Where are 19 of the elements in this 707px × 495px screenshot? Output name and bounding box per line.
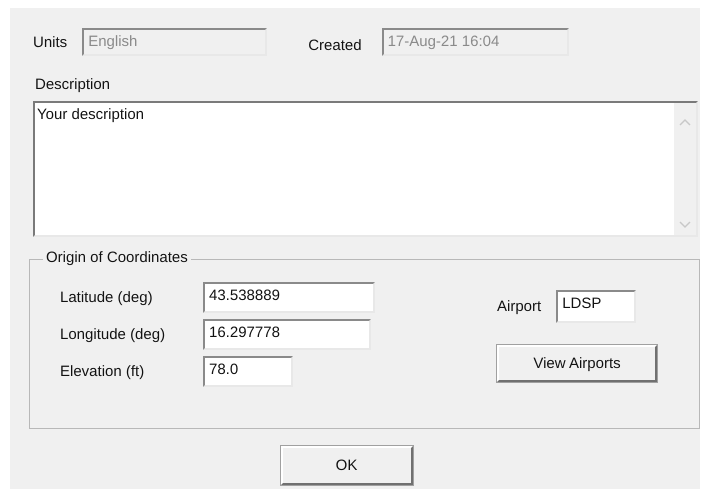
created-label: Created	[308, 36, 362, 54]
input-field[interactable]: 78.0	[203, 356, 293, 387]
input-field[interactable]: 16.297778	[203, 319, 371, 350]
view-airports-button[interactable]: View Airports	[497, 345, 657, 382]
description-label: Description	[35, 76, 112, 93]
field-label: Latitude (deg)	[60, 289, 154, 306]
description-field[interactable]: Your description	[33, 101, 698, 237]
scroll-up-icon[interactable]	[679, 118, 691, 126]
input-field[interactable]: 43.538889	[203, 282, 375, 313]
ok-button[interactable]: OK	[280, 446, 412, 485]
scroll-down-icon[interactable]	[679, 221, 691, 229]
airport-label: Airport	[497, 298, 542, 315]
units-label: Units	[33, 34, 68, 50]
field-label: Longitude (deg)	[60, 326, 166, 343]
scrollbar[interactable]	[674, 103, 696, 235]
airport-field[interactable]: LDSP	[556, 290, 636, 323]
description-text: Your description	[36, 105, 146, 125]
group-title: Origin of Coordinates	[43, 249, 191, 266]
field-label: Elevation (ft)	[60, 363, 146, 380]
